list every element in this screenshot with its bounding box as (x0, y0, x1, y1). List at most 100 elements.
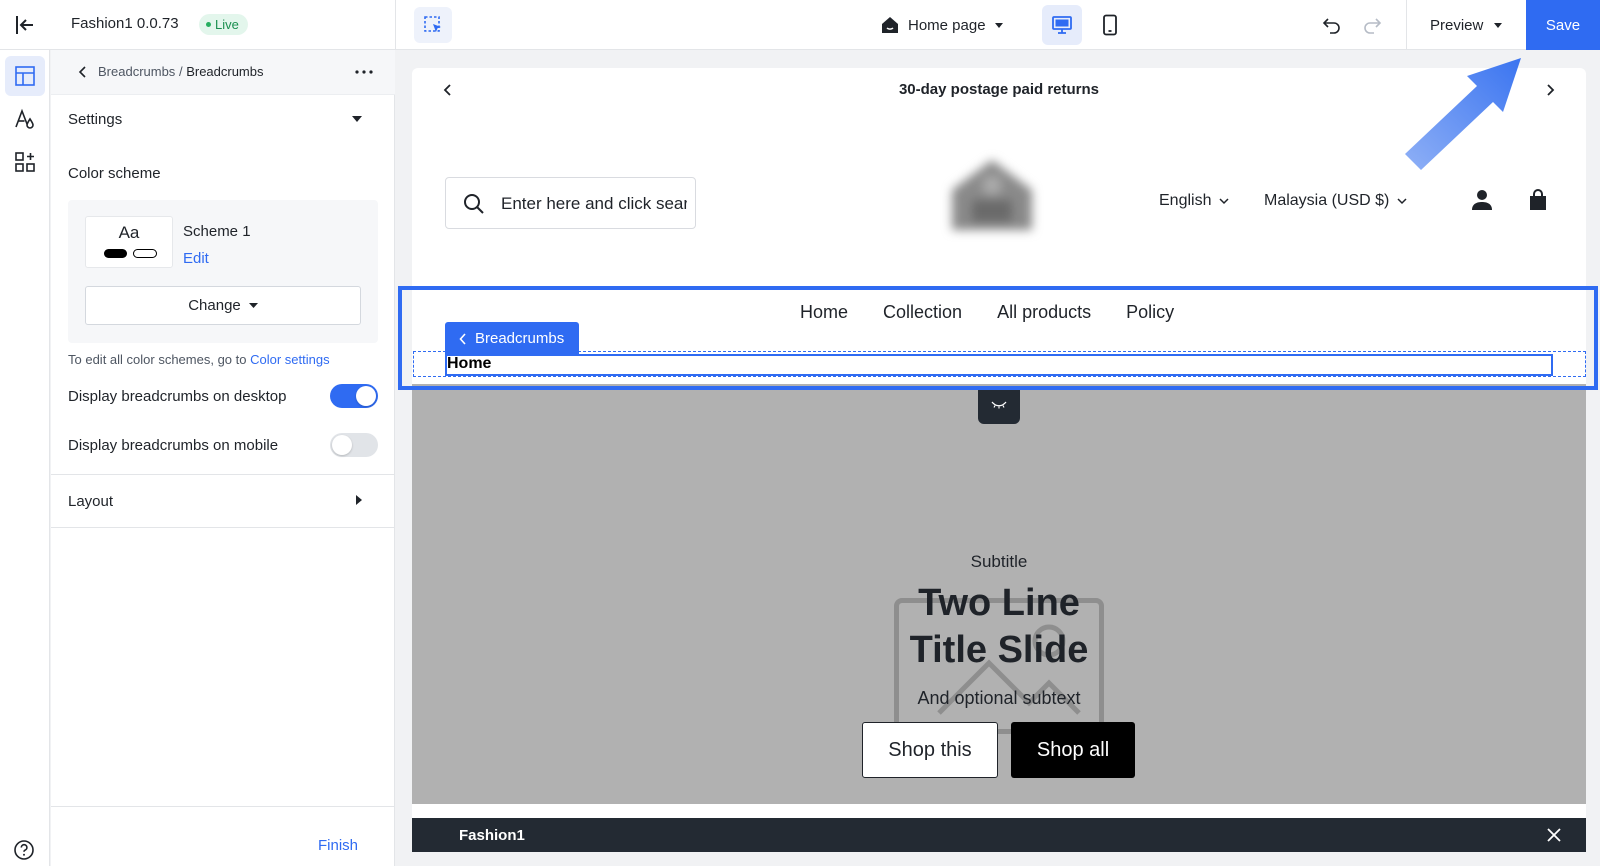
hero-subtext: And optional subtext (917, 688, 1081, 708)
preview-bar-title: Fashion1 (459, 827, 525, 844)
topbar-divider (1406, 0, 1407, 50)
close-icon[interactable] (1546, 827, 1562, 843)
undo-button[interactable] (1320, 13, 1344, 37)
select-tool-button[interactable] (414, 7, 452, 43)
hero-title: Two Line Title Slide (412, 580, 1586, 674)
caret-down-icon[interactable] (351, 113, 363, 125)
scheme-name: Scheme 1 (183, 223, 251, 240)
desktop-breadcrumbs-toggle[interactable] (330, 384, 378, 408)
layout-section-toggle[interactable]: Layout (68, 493, 113, 510)
account-icon[interactable] (1470, 188, 1494, 212)
shop-all-button[interactable]: Shop all (1011, 722, 1135, 778)
hero-title-line-2: Title Slide (909, 629, 1089, 671)
shop-this-button[interactable]: Shop this (862, 722, 998, 778)
color-settings-link[interactable]: Color settings (250, 352, 329, 367)
caret-down-icon (994, 23, 1003, 28)
exit-icon[interactable] (12, 12, 38, 38)
hero-title-line-1: Two Line (918, 582, 1080, 624)
redo-icon (1364, 18, 1382, 34)
panel-breadcrumb-parent[interactable]: Breadcrumbs (98, 64, 175, 79)
language-selector[interactable]: English (1159, 192, 1230, 210)
chevron-left-icon (459, 332, 466, 345)
toggle-knob (356, 386, 376, 406)
collapse-toolbar-button[interactable] (978, 386, 1020, 424)
preview-button[interactable]: Preview (1430, 12, 1503, 38)
page-picker[interactable]: Home page (880, 12, 1004, 38)
help-icon[interactable] (11, 837, 37, 863)
panel-breadcrumb-separator: / (178, 64, 183, 79)
toggle-knob (332, 435, 352, 455)
panel-divider (51, 474, 395, 475)
store-logo (927, 140, 1057, 250)
caret-down-icon (1494, 23, 1503, 28)
nav-item-collection[interactable]: Collection (883, 302, 962, 323)
hint-text: To edit all color schemes, go to (68, 352, 247, 367)
announcement-text: 30-day postage paid returns (898, 81, 1100, 98)
home-icon (882, 17, 898, 33)
preview-canvas: 30-day postage paid returns English Mala… (412, 68, 1586, 852)
panel-breadcrumb-current: Breadcrumbs (186, 64, 264, 79)
breadcrumb-home[interactable]: Home (447, 355, 491, 373)
scheme-edit-link[interactable]: Edit (183, 250, 209, 267)
shopping-bag-icon[interactable] (1526, 188, 1550, 212)
preview-bottom-bar: Fashion1 (412, 818, 1586, 852)
hero-slideshow: Subtitle Two Line Title Slide And option… (412, 384, 1586, 804)
mobile-icon (1103, 14, 1117, 36)
main-nav: Home Collection All products Policy (800, 302, 1174, 323)
section-tag-label: Breadcrumbs (475, 330, 565, 347)
caret-down-icon (248, 303, 258, 308)
desktop-view-button[interactable] (1042, 5, 1082, 45)
mobile-breadcrumbs-toggle[interactable] (330, 433, 378, 457)
select-cursor-icon (424, 16, 441, 32)
swatch-sample-text: Aa (118, 223, 140, 242)
nav-item-policy[interactable]: Policy (1126, 302, 1174, 323)
color-scheme-card: Aa Scheme 1 Edit Change (68, 200, 378, 343)
settings-panel: Breadcrumbs / Breadcrumbs Settings Color… (51, 50, 395, 866)
redo-button[interactable] (1360, 13, 1384, 37)
chevron-right-icon[interactable] (1542, 82, 1558, 98)
page-picker-label: Home page (908, 16, 986, 34)
change-scheme-button[interactable]: Change (85, 286, 361, 325)
scheme-swatch[interactable]: Aa (85, 216, 173, 268)
desktop-breadcrumbs-label: Display breadcrumbs on desktop (68, 388, 287, 405)
announcement-bar: 30-day postage paid returns (412, 68, 1586, 112)
sections-icon (15, 66, 35, 86)
store-search-box[interactable] (445, 177, 696, 229)
desktop-icon (1052, 16, 1072, 34)
topbar-divider (395, 0, 396, 50)
rail-theme-styles[interactable] (5, 99, 45, 139)
icon-rail (0, 50, 50, 866)
change-label: Change (188, 297, 241, 314)
finish-button[interactable]: Finish (318, 837, 358, 854)
section-tag[interactable]: Breadcrumbs (445, 322, 579, 355)
color-scheme-hint: To edit all color schemes, go to Color s… (68, 352, 330, 367)
store-search-input[interactable] (501, 190, 687, 218)
panel-divider (51, 527, 395, 528)
caret-right-icon[interactable] (353, 494, 365, 506)
hero-subtitle: Subtitle (970, 552, 1028, 571)
eye-closed-icon (991, 401, 1007, 409)
nav-item-home[interactable]: Home (800, 302, 848, 323)
rail-apps[interactable] (5, 142, 45, 182)
panel-header: Breadcrumbs / Breadcrumbs (51, 50, 395, 95)
settings-section-toggle[interactable]: Settings (68, 111, 122, 128)
color-scheme-label: Color scheme (68, 165, 161, 182)
mobile-view-button[interactable] (1090, 5, 1130, 45)
nav-item-all-products[interactable]: All products (997, 302, 1091, 323)
live-label: Live (215, 17, 239, 32)
search-icon (462, 192, 486, 216)
save-button[interactable]: Save (1526, 0, 1600, 50)
region-label: Malaysia (USD $) (1264, 192, 1390, 209)
more-options-icon[interactable] (351, 62, 377, 82)
region-selector[interactable]: Malaysia (USD $) (1264, 192, 1407, 210)
back-chevron-icon[interactable] (75, 64, 91, 80)
swatch-primary-button (104, 249, 127, 258)
chevron-down-icon (1219, 197, 1230, 204)
panel-divider (51, 806, 395, 807)
undo-icon (1322, 18, 1340, 34)
breadcrumb-block[interactable] (445, 354, 1553, 376)
rail-sections[interactable] (5, 56, 45, 96)
panel-breadcrumb: Breadcrumbs / Breadcrumbs (98, 64, 264, 79)
swatch-secondary-button (133, 249, 157, 258)
theme-styles-icon (15, 108, 34, 129)
